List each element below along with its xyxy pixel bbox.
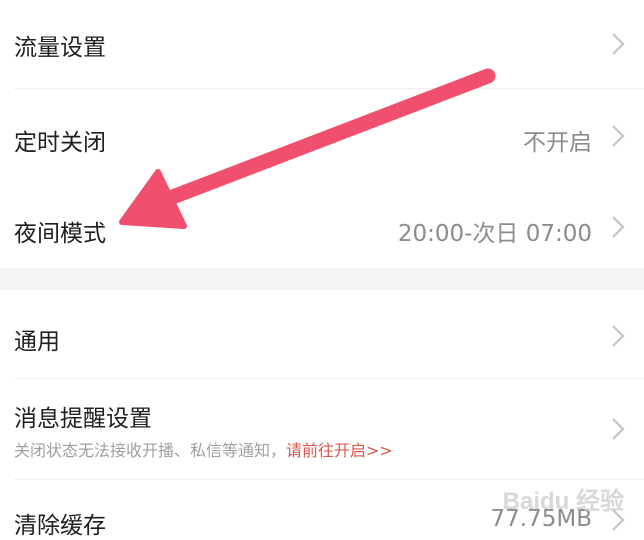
settings-row-timer-off[interactable]: 定时关闭 不开启 [0,89,644,179]
chevron-right-icon [612,325,625,347]
row-label: 通用 [14,329,60,355]
settings-row-traffic[interactable]: 流量设置 [0,0,644,88]
chevron-right-icon [612,216,625,238]
row-label: 清除缓存 [14,513,106,539]
row-label: 消息提醒设置 [14,406,152,432]
settings-row-notifications[interactable]: 消息提醒设置 关闭状态无法接收开播、私信等通知，请前往开启>> [0,379,644,479]
settings-row-general[interactable]: 通用 [0,290,644,378]
chevron-right-icon [612,125,625,147]
row-label: 定时关闭 [14,130,106,156]
chevron-right-icon [612,33,625,55]
watermark: Baidu 经验 [502,488,624,515]
row-label: 流量设置 [14,35,106,61]
settings-row-night-mode[interactable]: 夜间模式 20:00-次日 07:00 [0,180,644,268]
chevron-right-icon [612,418,625,440]
section-gap [0,268,644,290]
enable-notifications-link[interactable]: 请前往开启>> [286,441,393,460]
row-label: 夜间模式 [14,221,106,247]
row-value: 不开启 [523,130,592,156]
subtitle-text: 关闭状态无法接收开播、私信等通知， [14,441,287,460]
row-subtitle: 关闭状态无法接收开播、私信等通知，请前往开启>> [14,437,393,461]
row-value: 20:00-次日 07:00 [397,221,592,247]
